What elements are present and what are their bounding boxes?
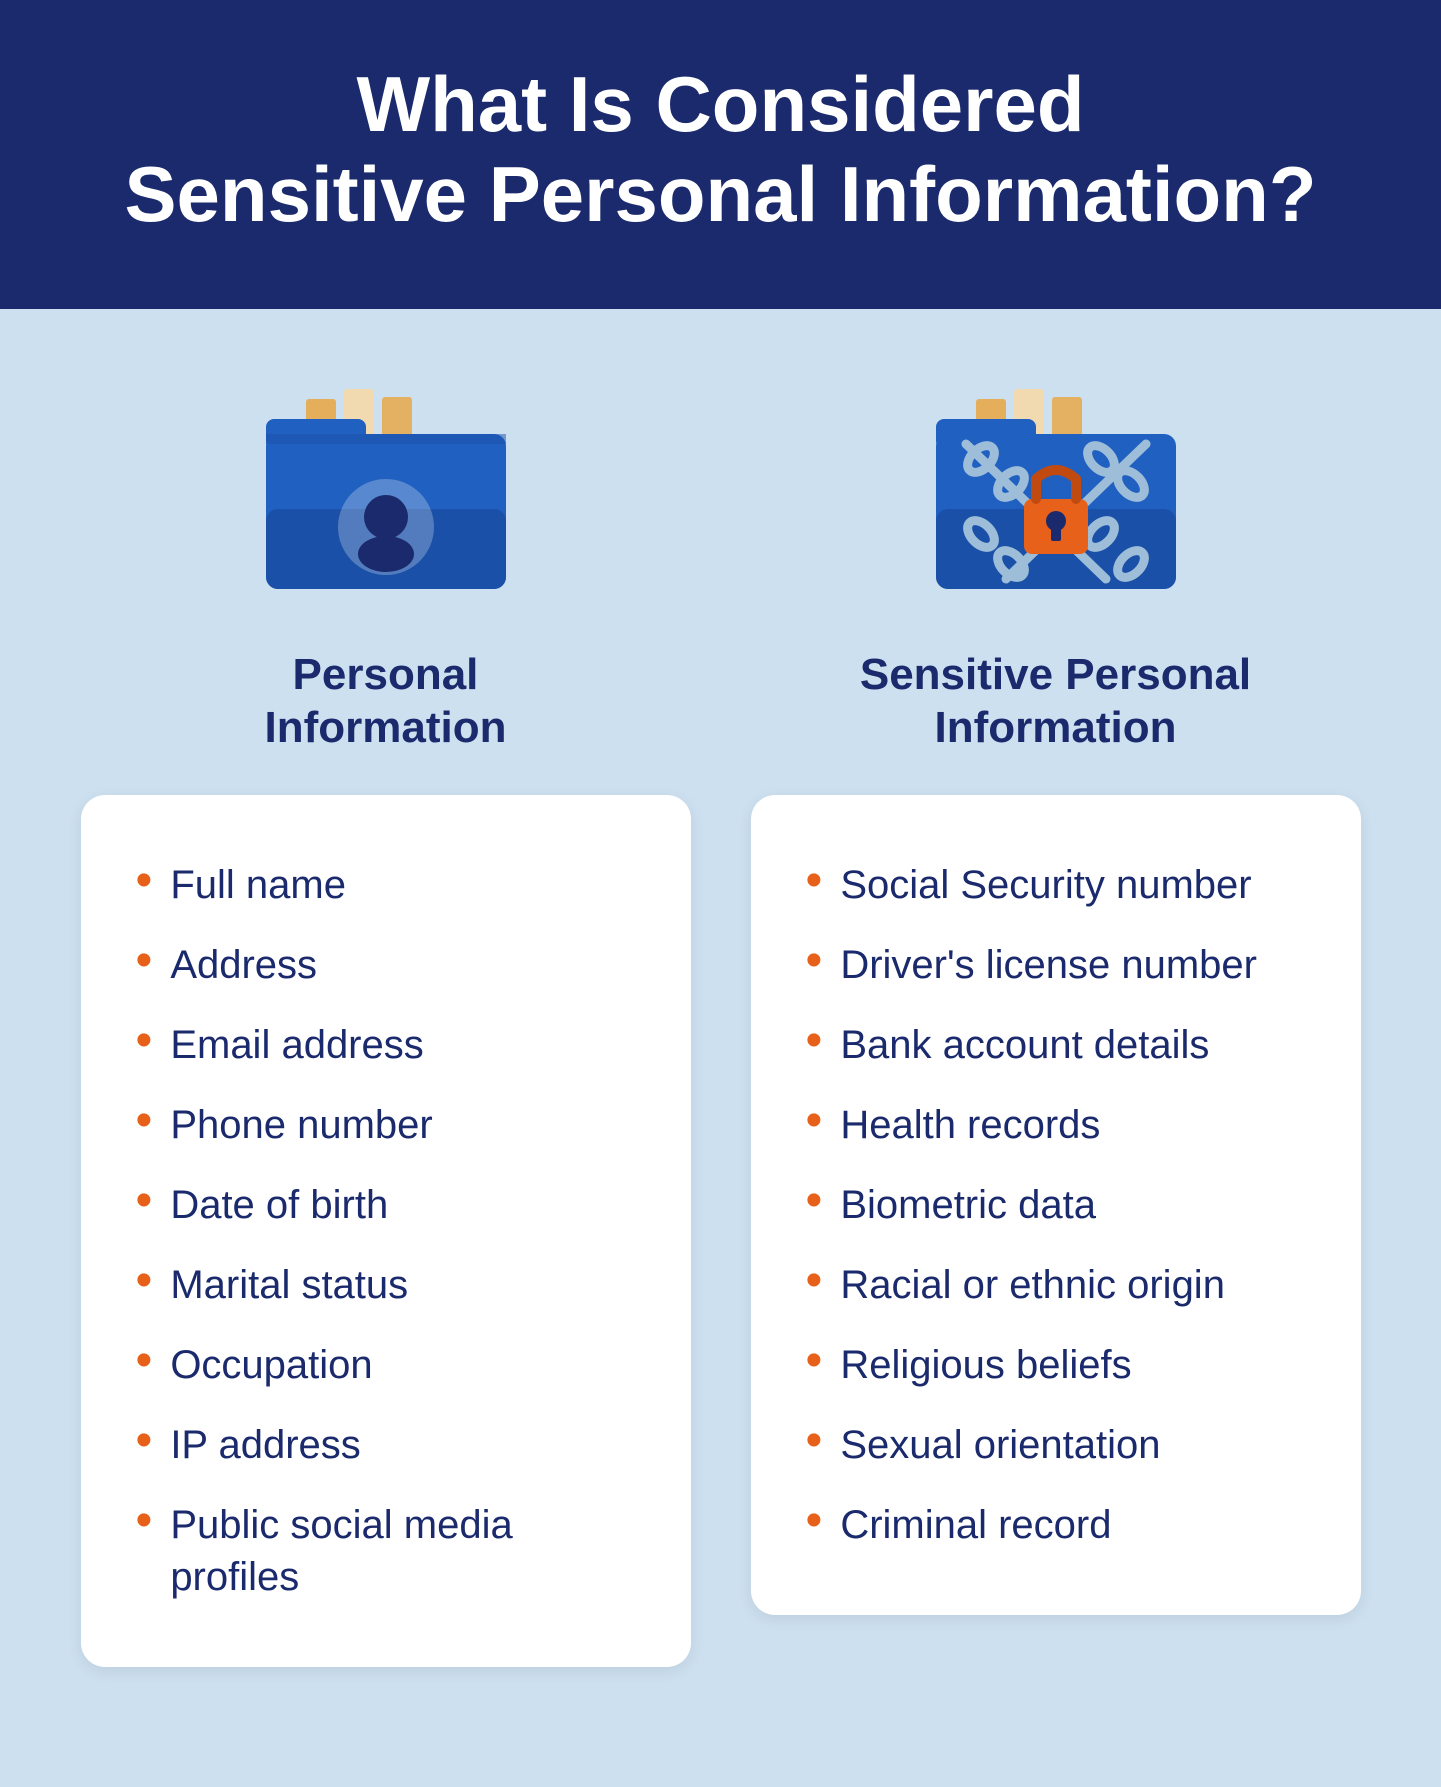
list-item: Email address [136,1005,636,1085]
list-item: Criminal record [806,1485,1306,1565]
list-item: Driver's license number [806,925,1306,1005]
list-item: Bank account details [806,1005,1306,1085]
sensitive-info-column: Sensitive PersonalInformation Social Sec… [751,379,1361,1667]
sensitive-info-card: Social Security number Driver's license … [751,795,1361,1615]
personal-info-title: PersonalInformation [265,649,507,755]
list-item: Full name [136,845,636,925]
page-title: What Is Considered Sensitive Personal In… [80,60,1361,239]
sensitive-folder-icon [906,379,1206,619]
list-item: Marital status [136,1245,636,1325]
list-item: Date of birth [136,1165,636,1245]
sensitive-info-list: Social Security number Driver's license … [806,845,1306,1565]
sensitive-info-title: Sensitive PersonalInformation [860,649,1251,755]
list-item: Biometric data [806,1165,1306,1245]
personal-info-list: Full name Address Email address Phone nu… [136,845,636,1617]
list-item: Sexual orientation [806,1405,1306,1485]
header-section: What Is Considered Sensitive Personal In… [0,0,1441,309]
list-item: Public social media profiles [136,1485,636,1617]
personal-folder-icon [236,379,536,619]
list-item: Health records [806,1085,1306,1165]
list-item: Racial or ethnic origin [806,1245,1306,1325]
list-item: Religious beliefs [806,1325,1306,1405]
list-item: Occupation [136,1325,636,1405]
personal-info-column: PersonalInformation Full name Address Em… [81,379,691,1667]
list-item: Address [136,925,636,1005]
columns-container: PersonalInformation Full name Address Em… [81,379,1361,1667]
list-item: Phone number [136,1085,636,1165]
list-item: IP address [136,1405,636,1485]
personal-info-card: Full name Address Email address Phone nu… [81,795,691,1667]
list-item: Social Security number [806,845,1306,925]
main-content: PersonalInformation Full name Address Em… [0,309,1441,1787]
